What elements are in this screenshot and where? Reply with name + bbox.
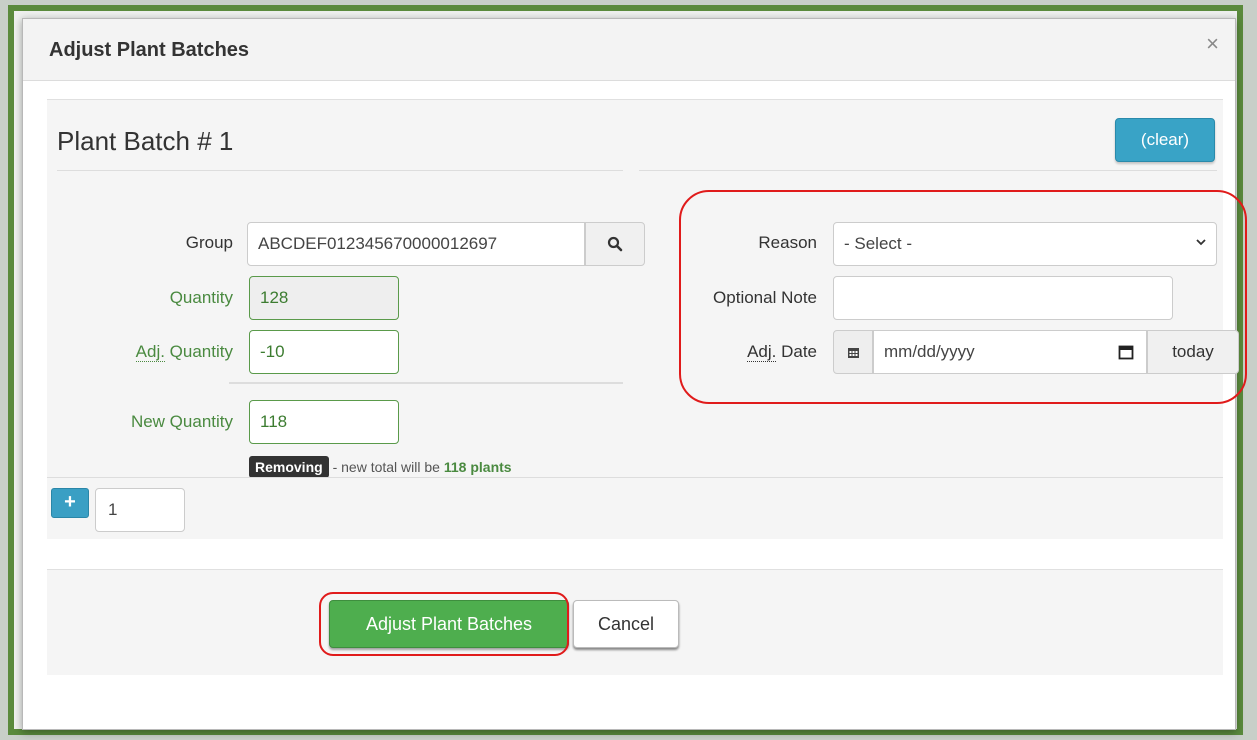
removing-badge: Removing	[249, 456, 329, 478]
quantity-field: 128	[249, 276, 399, 320]
quantity-hint: Removing - new total will be 118 plants	[249, 456, 512, 478]
new-quantity-label: New Quantity	[130, 412, 233, 431]
search-icon	[607, 236, 623, 252]
plant-batch-panel: Plant Batch # 1 (clear) Group ABCDEF0123…	[47, 99, 1247, 539]
adj-quantity-label: Adj. Quantity	[77, 342, 233, 362]
batch-count-input[interactable]: 1	[95, 488, 185, 532]
hint-text: - new total will be	[328, 459, 444, 475]
modal-header: Adjust Plant Batches ×	[23, 19, 1235, 81]
adj-quantity-label-text: Quantity	[164, 342, 233, 361]
add-batch-row: + 1	[47, 477, 1223, 539]
adj-abbr: Adj.	[135, 342, 165, 362]
highlight-ring-right-fields	[679, 190, 1247, 404]
search-button[interactable]	[585, 222, 645, 266]
group-input[interactable]: ABCDEF012345670000012697	[247, 222, 585, 266]
modal-footer: Adjust Plant Batches Cancel	[47, 569, 1223, 675]
quantity-label: Quantity	[169, 288, 233, 307]
modal-title: Adjust Plant Batches	[49, 39, 250, 61]
adjust-plant-batches-modal: Adjust Plant Batches × Plant Batch # 1 (…	[22, 18, 1247, 730]
divider	[57, 170, 623, 171]
batch-title: Plant Batch # 1	[57, 126, 234, 156]
adj-quantity-input[interactable]: -10	[249, 330, 399, 374]
add-batch-button[interactable]: +	[51, 488, 89, 518]
close-icon[interactable]: ×	[1206, 33, 1219, 55]
clear-button[interactable]: (clear)	[1115, 118, 1215, 162]
divider	[229, 382, 623, 384]
hint-total: 118 plants	[443, 459, 512, 475]
highlight-ring-submit	[319, 592, 569, 656]
divider	[639, 170, 1217, 171]
cancel-button[interactable]: Cancel	[573, 600, 679, 648]
new-quantity-field: 118	[249, 400, 399, 444]
group-label: Group	[185, 233, 233, 252]
